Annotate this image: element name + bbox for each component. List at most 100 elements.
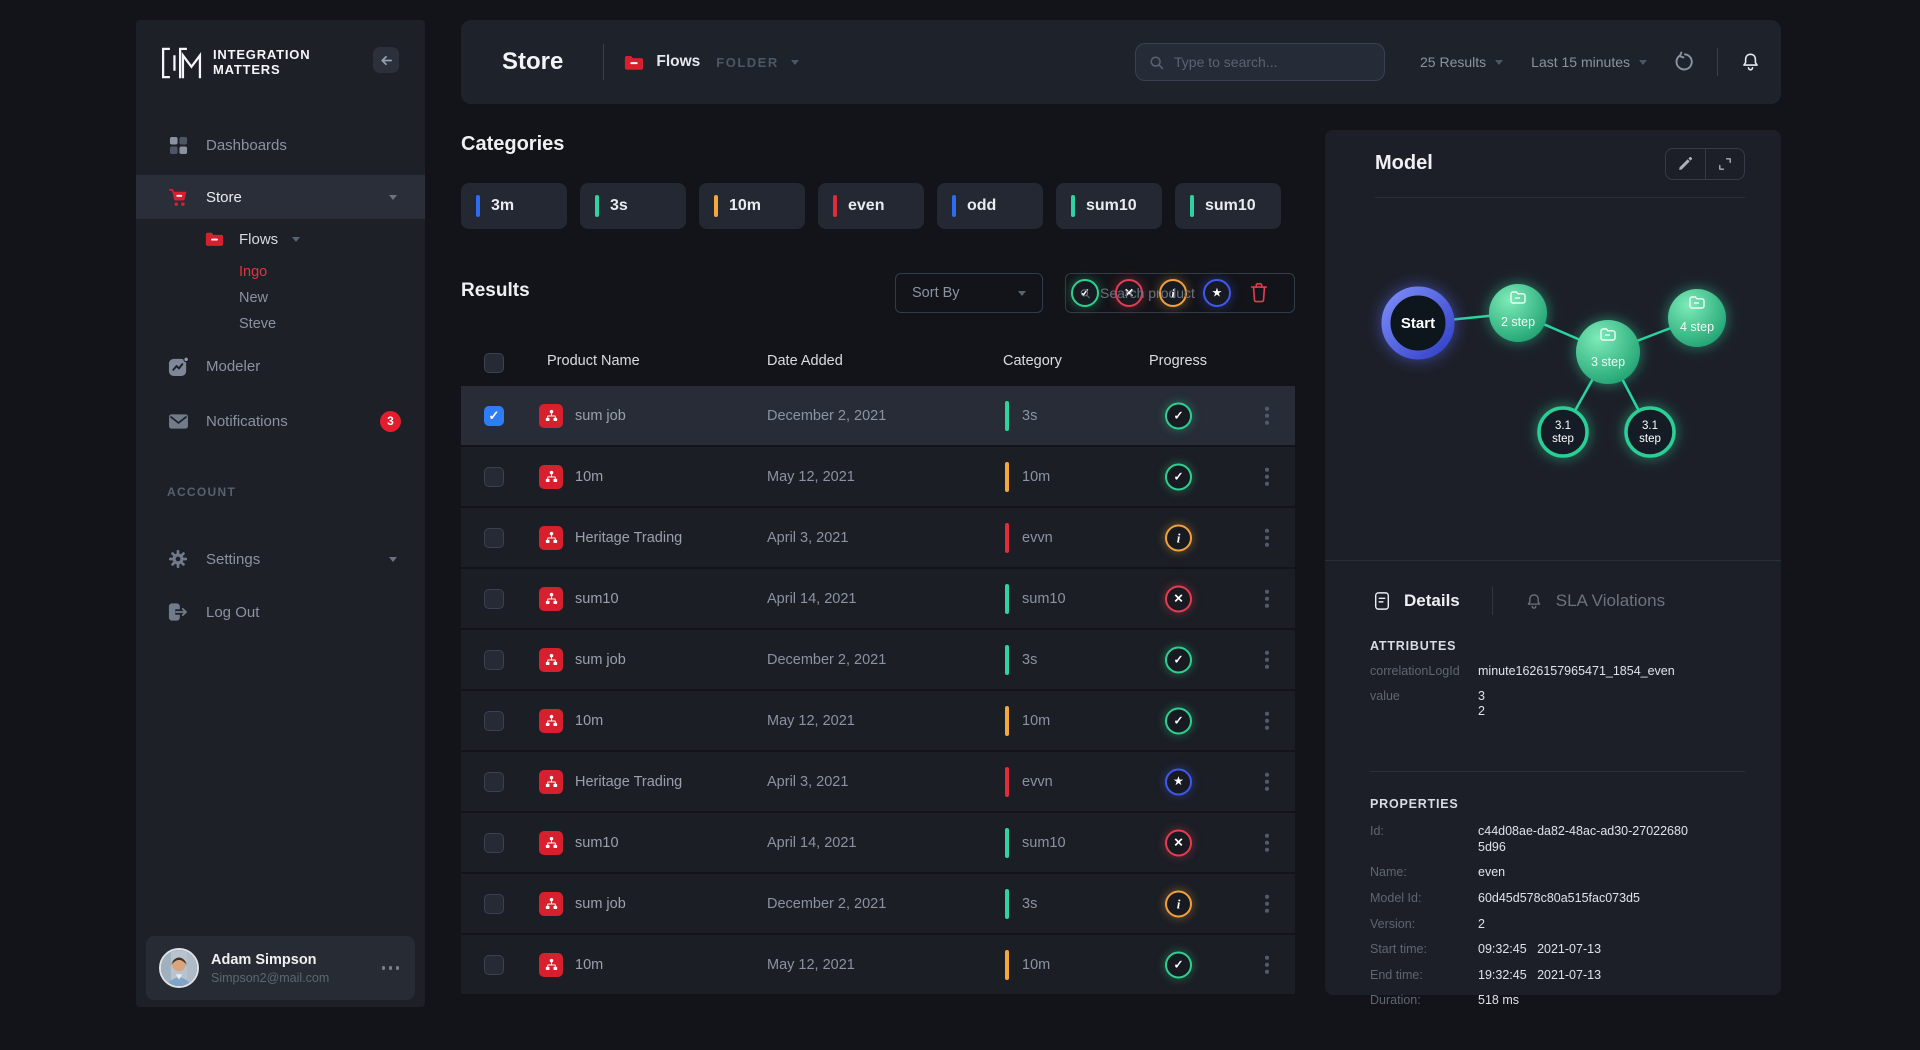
property-row: Id:c44d08ae-da82-48ac-ad30-270226805d96: [1370, 824, 1745, 855]
chip-label: even: [848, 197, 884, 215]
categories-heading: Categories: [461, 133, 564, 156]
row-menu-button[interactable]: [1261, 643, 1273, 676]
category-color-bar: [1005, 889, 1009, 919]
breadcrumb-label: Flows: [656, 53, 700, 71]
table-row[interactable]: Heritage TradingApril 3, 2021evvni: [461, 508, 1295, 567]
sidebar-item-store[interactable]: Store: [136, 175, 425, 219]
refresh-button[interactable]: [1673, 51, 1695, 73]
sidebar-item-settings[interactable]: Settings: [136, 537, 425, 581]
table-row[interactable]: 10mMay 12, 202110m✓: [461, 935, 1295, 994]
property-value: even: [1478, 865, 1693, 881]
category-color-bar: [1005, 584, 1009, 614]
refresh-icon: [1673, 51, 1695, 73]
table-row[interactable]: Heritage TradingApril 3, 2021evvn★: [461, 752, 1295, 811]
table-row[interactable]: ✓sum jobDecember 2, 20213s✓: [461, 386, 1295, 445]
row-menu-button[interactable]: [1261, 704, 1273, 737]
row-menu-button[interactable]: [1261, 521, 1273, 554]
time-range-dropdown[interactable]: Last 15 minutes: [1531, 54, 1647, 70]
row-checkbox[interactable]: [484, 833, 504, 853]
sidebar-collapse-button[interactable]: [373, 47, 399, 73]
search-input[interactable]: [1174, 54, 1372, 70]
status-glyph: ✕: [1173, 593, 1183, 605]
product-name-cell: 10m: [575, 469, 603, 485]
flow-hierarchy-icon: [544, 408, 559, 423]
row-menu-button[interactable]: [1261, 887, 1273, 920]
node-31step-right[interactable]: [1626, 408, 1674, 456]
attribute-row: correlationLogIdminute1626157965471_1854…: [1370, 664, 1745, 680]
results-count-dropdown[interactable]: 25 Results: [1420, 54, 1503, 70]
sidebar-item-logout[interactable]: Log Out: [136, 590, 425, 634]
row-menu-button[interactable]: [1261, 399, 1273, 432]
global-search[interactable]: [1135, 43, 1385, 81]
row-menu-button[interactable]: [1261, 948, 1273, 981]
status-glyph: ✓: [1173, 959, 1183, 971]
row-menu-button[interactable]: [1261, 582, 1273, 615]
pencil-icon: [1677, 155, 1694, 172]
sidebar-item-notifications[interactable]: Notifications 3: [136, 399, 425, 443]
table-row[interactable]: sum10April 14, 2021sum10✕: [461, 569, 1295, 628]
table-row[interactable]: 10mMay 12, 202110m✓: [461, 691, 1295, 750]
category-chip[interactable]: 10m: [699, 183, 805, 229]
breadcrumb[interactable]: Flows FOLDER: [624, 53, 798, 71]
select-all-checkbox[interactable]: [484, 353, 504, 373]
table-row[interactable]: sum jobDecember 2, 20213s✓: [461, 630, 1295, 689]
row-checkbox[interactable]: [484, 955, 504, 975]
notifications-badge: 3: [380, 411, 401, 432]
results-count-label: 25 Results: [1420, 54, 1486, 70]
property-row: Model Id:60d45d578c80a515fac073d5: [1370, 891, 1745, 907]
model-graph[interactable]: Start 2 step 3 step 4 step 3.1 step 3.1 …: [1345, 220, 1765, 550]
row-checkbox[interactable]: [484, 528, 504, 548]
sidebar-item-steve[interactable]: Steve: [205, 311, 425, 337]
user-card[interactable]: Adam Simpson Simpson2@mail.com: [146, 936, 415, 1000]
notifications-button[interactable]: [1740, 51, 1761, 73]
sidebar-nav: Dashboards Store Flows Ingo New: [136, 123, 425, 634]
row-menu-button[interactable]: [1261, 460, 1273, 493]
row-checkbox[interactable]: ✓: [484, 406, 504, 426]
row-checkbox[interactable]: [484, 711, 504, 731]
sidebar-item-modeler[interactable]: Modeler: [136, 344, 425, 388]
product-search[interactable]: [1065, 273, 1295, 313]
cart-icon: [167, 187, 189, 208]
category-chip[interactable]: sum10: [1056, 183, 1162, 229]
row-checkbox[interactable]: [484, 650, 504, 670]
edit-model-button[interactable]: [1666, 149, 1705, 179]
property-row: Name:even: [1370, 865, 1745, 881]
expand-model-button[interactable]: [1705, 149, 1744, 179]
product-search-input[interactable]: [1100, 285, 1281, 301]
node-2step[interactable]: [1489, 284, 1547, 342]
category-chip[interactable]: odd: [937, 183, 1043, 229]
category-chip[interactable]: 3m: [461, 183, 567, 229]
property-row: Start time:09:32:45 2021-07-13: [1370, 942, 1745, 958]
category-chip[interactable]: 3s: [580, 183, 686, 229]
sidebar-item-flows[interactable]: Flows: [205, 219, 425, 259]
table-row[interactable]: sum jobDecember 2, 20213si: [461, 874, 1295, 933]
user-menu-button[interactable]: [382, 966, 400, 970]
time-range-label: Last 15 minutes: [1531, 54, 1630, 70]
table-row[interactable]: 10mMay 12, 202110m✓: [461, 447, 1295, 506]
table-row[interactable]: sum10April 14, 2021sum10✕: [461, 813, 1295, 872]
property-value: c44d08ae-da82-48ac-ad30-270226805d96: [1478, 824, 1693, 855]
chip-color-bar: [1190, 195, 1194, 217]
node-31step-left[interactable]: [1539, 408, 1587, 456]
node-3step[interactable]: [1576, 320, 1640, 384]
sort-by-dropdown[interactable]: Sort By: [895, 273, 1043, 313]
sidebar-item-ingo[interactable]: Ingo: [205, 259, 425, 285]
date-added-cell: April 14, 2021: [767, 835, 856, 851]
sidebar-item-new[interactable]: New: [205, 285, 425, 311]
sidebar-item-dashboards[interactable]: Dashboards: [136, 123, 425, 167]
row-checkbox[interactable]: [484, 772, 504, 792]
category-chip[interactable]: even: [818, 183, 924, 229]
category-chip[interactable]: sum10: [1175, 183, 1281, 229]
node-4step[interactable]: [1668, 289, 1726, 347]
row-menu-button[interactable]: [1261, 765, 1273, 798]
tab-details[interactable]: Details: [1373, 591, 1460, 611]
row-checkbox[interactable]: [484, 467, 504, 487]
node-start-label: Start: [1401, 315, 1435, 332]
model-title: Model: [1375, 152, 1433, 175]
chevron-down-icon: [292, 237, 300, 242]
category-color-bar: [1005, 706, 1009, 736]
row-checkbox[interactable]: [484, 894, 504, 914]
row-menu-button[interactable]: [1261, 826, 1273, 859]
tab-sla-violations[interactable]: SLA Violations: [1525, 591, 1665, 611]
row-checkbox[interactable]: [484, 589, 504, 609]
